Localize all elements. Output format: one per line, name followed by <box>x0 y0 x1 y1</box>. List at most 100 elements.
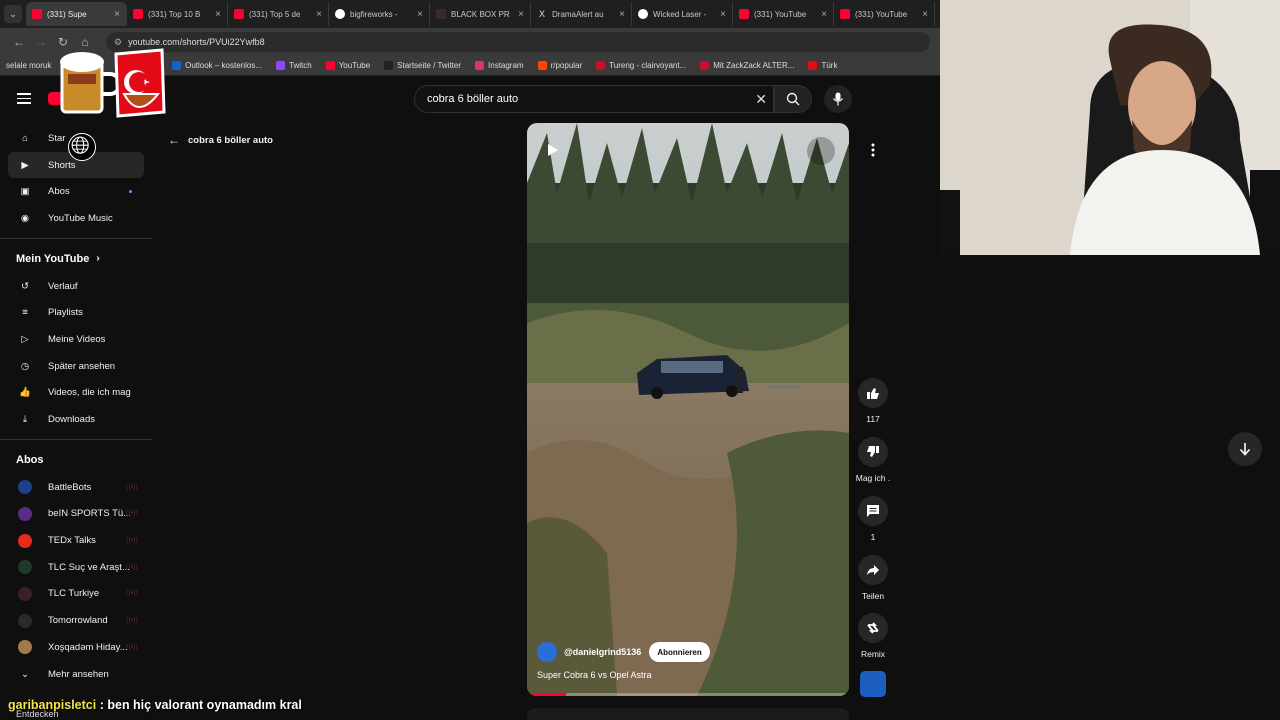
browser-tab[interactable]: X DramaAlert au × <box>531 2 632 26</box>
channel-avatar <box>18 480 32 495</box>
live-indicator-icon: ((•)) <box>126 563 138 571</box>
search-button[interactable] <box>774 85 812 113</box>
bookmark-item[interactable]: Mit ZackZack ALTER... <box>700 61 794 70</box>
bookmark-item[interactable]: Startseite / Twitter <box>384 61 461 70</box>
tab-title: (331) Top 5 de <box>249 9 301 19</box>
bookmark-item[interactable]: Türk <box>808 61 837 70</box>
share-label: Teilen <box>861 591 885 601</box>
browser-tab[interactable]: (331) YouTube × <box>733 2 834 26</box>
close-tab-icon[interactable]: × <box>720 9 726 20</box>
site-favicon-icon <box>436 9 446 19</box>
live-indicator-icon: ((•)) <box>126 643 138 651</box>
sidebar-item[interactable]: ◉ YouTube Music <box>0 205 152 232</box>
tab-search-button[interactable]: ⌄ <box>4 5 22 23</box>
forward-arrow-icon[interactable]: → <box>30 35 52 49</box>
tab-title: Wicked Laser - <box>653 9 707 19</box>
comments-button[interactable] <box>858 496 888 526</box>
sidebar-item-label: beIN SPORTS Tü... <box>48 508 132 520</box>
sidebar-item[interactable]: Xoşqadəm Hiday... ((•)) <box>0 634 152 661</box>
tab-title: (331) Top 10 B <box>148 9 201 19</box>
back-arrow-icon[interactable]: ← <box>8 35 30 49</box>
browser-tab[interactable]: (331) Top 5 de × <box>228 2 329 26</box>
fullscreen-icon[interactable] <box>807 137 835 165</box>
back-to-results[interactable]: ← cobra 6 böller auto <box>168 133 273 147</box>
x-favicon-icon: X <box>538 9 545 19</box>
browser-tab[interactable]: Wicked Laser - × <box>632 2 733 26</box>
browser-tab[interactable]: (331) Top 10 B × <box>127 2 228 26</box>
bookmark-item[interactable]: Outlook – kostenlos... <box>172 61 262 70</box>
heading-label: Mein YouTube <box>16 252 90 265</box>
browser-tab[interactable]: BLACK BOX PR × <box>430 2 531 26</box>
bookmark-item[interactable]: Tureng - clairvoyant... <box>596 61 686 70</box>
sidebar-item[interactable]: beIN SPORTS Tü... ((•)) <box>0 501 152 528</box>
like-button[interactable] <box>858 378 888 408</box>
channel-avatar <box>18 506 32 521</box>
sidebar-heading-you[interactable]: Mein YouTube › <box>0 245 152 273</box>
sidebar-item[interactable]: ⤓ Downloads <box>0 406 152 433</box>
sidebar-item-label: Meine Videos <box>48 333 106 345</box>
remix-button[interactable] <box>858 613 888 643</box>
microphone-icon <box>833 92 843 106</box>
close-tab-icon[interactable]: × <box>114 9 120 20</box>
share-button[interactable] <box>858 555 888 585</box>
sidebar-item[interactable]: ◷ Später ansehen <box>0 353 152 380</box>
menu-icon[interactable] <box>17 93 31 104</box>
sidebar-item[interactable]: Tomorrowland ((•)) <box>0 607 152 634</box>
sound-avatar[interactable] <box>860 671 886 697</box>
sidebar-item[interactable]: BattleBots ((•)) <box>0 474 152 501</box>
short-video-player[interactable]: @danielgrind5136 Abonnieren Super Cobra … <box>527 123 849 696</box>
subscribe-button[interactable]: Abonnieren <box>649 642 710 662</box>
close-tab-icon[interactable]: × <box>922 9 928 20</box>
sidebar-item[interactable]: TLC Turkiye ((•)) <box>0 581 152 608</box>
comment-icon <box>867 505 879 517</box>
bookmark-favicon-icon <box>596 61 606 70</box>
bookmark-label: r/popular <box>550 61 583 70</box>
short-title[interactable]: Super Cobra 6 vs Opel Astra <box>537 670 652 680</box>
sidebar-item[interactable]: ≡ Playlists <box>0 299 152 326</box>
remix-label: Remix <box>860 649 886 659</box>
bookmark-item[interactable]: r/popular <box>537 61 583 70</box>
sidebar-item[interactable]: 👍 Videos, die ich mag <box>0 380 152 407</box>
dislike-button[interactable] <box>858 437 888 467</box>
channel-avatar[interactable] <box>537 642 557 662</box>
sidebar-item[interactable]: ▷ Meine Videos <box>0 326 152 353</box>
chevron-right-icon: › <box>96 253 100 265</box>
beer-and-tea-sticker <box>60 48 166 118</box>
close-tab-icon[interactable]: × <box>215 9 221 20</box>
sidebar-item[interactable]: ▣ Abos <box>0 178 152 205</box>
browser-tab[interactable]: (331) YouTube × <box>834 2 935 26</box>
sidebar-item[interactable]: TLC Suç ve Araşt... ((•)) <box>0 554 152 581</box>
clear-search-icon[interactable]: ✕ <box>755 91 767 108</box>
close-tab-icon[interactable]: × <box>821 9 827 20</box>
bookmark-item[interactable]: YouTube <box>325 61 370 70</box>
like-count: 117 <box>866 414 880 424</box>
browser-tab[interactable]: (331) Supe × <box>26 2 127 26</box>
channel-avatar <box>18 586 32 601</box>
browser-tab[interactable]: bigfireworks - × <box>329 2 430 26</box>
next-short-button[interactable] <box>1228 432 1262 466</box>
search-input[interactable]: cobra 6 böller auto ✕ <box>414 85 774 113</box>
bookmark-label: Outlook – kostenlos... <box>185 61 263 70</box>
bookmark-label: Instagram <box>488 61 524 70</box>
channel-name[interactable]: @danielgrind5136 <box>564 647 641 657</box>
bookmark-item[interactable]: Instagram <box>475 61 524 70</box>
close-tab-icon[interactable]: × <box>417 9 423 20</box>
sidebar-item-label: TEDx Talks <box>48 535 96 547</box>
sidebar: ⌂ Star ▶ Shorts ▣ Abos ◉ YouTube Music Mein You… <box>0 121 152 701</box>
address-bar[interactable]: ⚙ youtube.com/shorts/PVUi22Ywfb8 <box>106 32 930 52</box>
google-favicon-icon <box>638 9 648 19</box>
channel-avatar <box>18 640 32 655</box>
close-tab-icon[interactable]: × <box>518 9 524 20</box>
sidebar-item[interactable]: ↺ Verlauf <box>0 273 152 300</box>
voice-search-button[interactable] <box>824 85 852 113</box>
bookmark-item[interactable]: selale moruk <box>6 61 51 70</box>
bookmark-item[interactable]: Twitch <box>276 61 312 70</box>
sidebar-item[interactable]: TEDx Talks ((•)) <box>0 527 152 554</box>
progress-bar[interactable] <box>527 693 849 696</box>
more-options-icon[interactable] <box>858 135 888 165</box>
play-icon[interactable] <box>547 143 559 157</box>
sidebar-show-more[interactable]: ⌄ Mehr ansehen <box>0 661 152 688</box>
close-tab-icon[interactable]: × <box>619 9 625 20</box>
comment-count: 1 <box>870 532 876 542</box>
close-tab-icon[interactable]: × <box>316 9 322 20</box>
